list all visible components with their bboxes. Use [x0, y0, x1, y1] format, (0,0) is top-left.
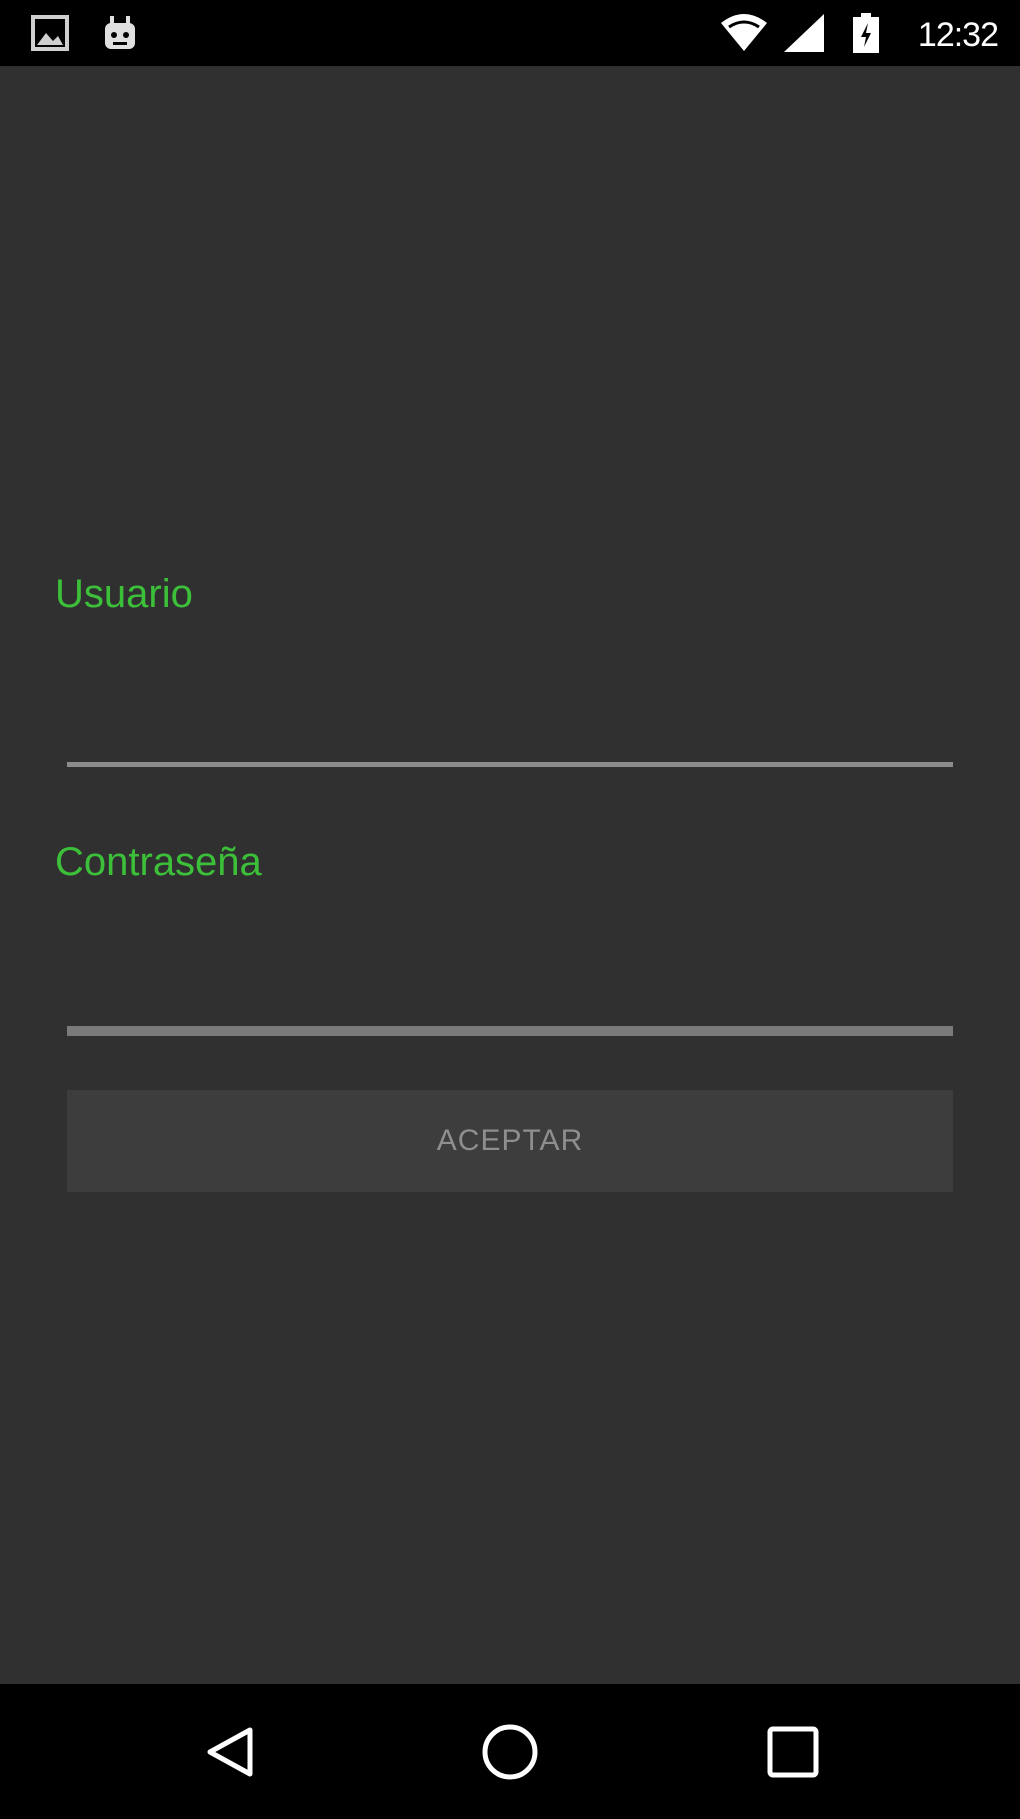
image-notification-icon — [28, 0, 72, 66]
wifi-icon — [718, 0, 770, 66]
username-underline — [67, 762, 953, 767]
password-underline — [67, 1026, 953, 1036]
home-icon[interactable] — [440, 1684, 580, 1819]
login-screen: 12:32 Usuario Contraseña ACEPTAR — [0, 0, 1020, 1819]
accept-button-label: ACEPTAR — [436, 1124, 584, 1157]
password-label: Contraseña — [55, 840, 262, 884]
status-time: 12:32 — [917, 16, 999, 54]
username-label: Usuario — [55, 572, 193, 616]
accept-button[interactable]: ACEPTAR — [67, 1090, 953, 1192]
recents-icon[interactable] — [723, 1684, 863, 1819]
back-icon[interactable] — [160, 1684, 300, 1819]
cell-signal-icon — [780, 0, 828, 66]
navigation-bar — [0, 1684, 1020, 1819]
username-input[interactable] — [67, 690, 953, 760]
status-bar: 12:32 — [0, 0, 1020, 66]
password-input[interactable] — [67, 955, 953, 1025]
android-notification-icon — [98, 0, 142, 66]
battery-icon — [846, 0, 886, 66]
